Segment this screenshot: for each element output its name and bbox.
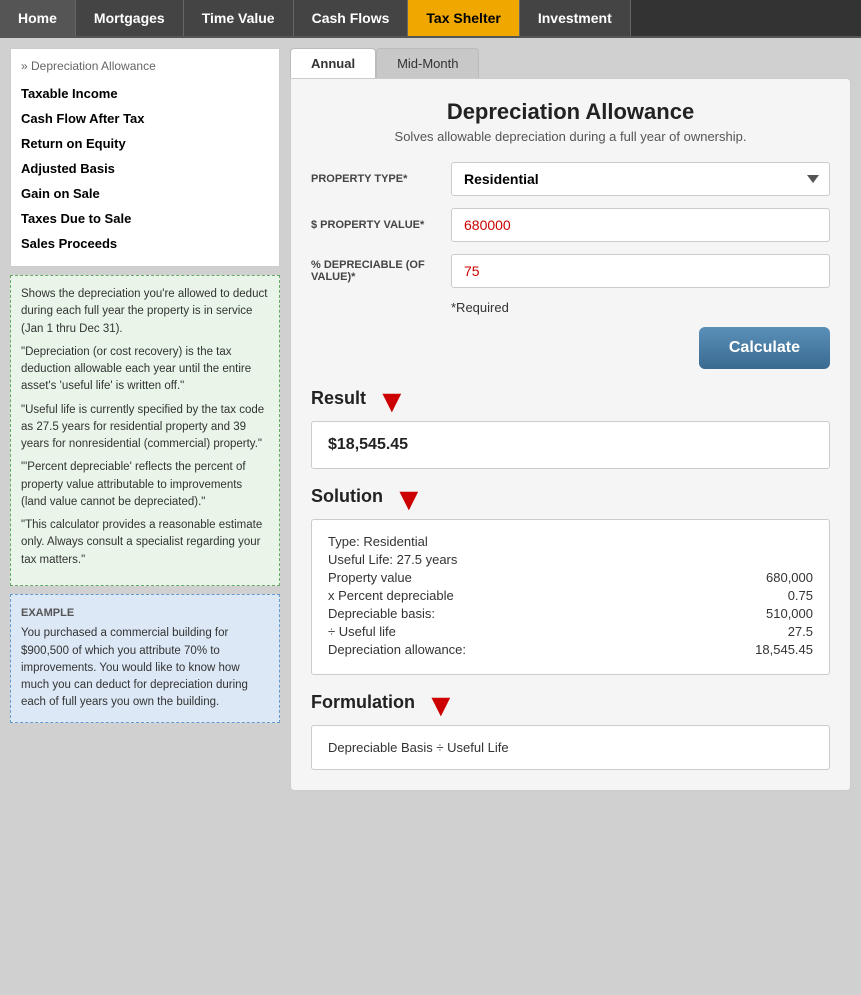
property-type-label: PROPERTY TYPE* — [311, 173, 451, 185]
calculate-btn-wrap: Calculate — [311, 327, 830, 369]
solution-useful-life-label: Useful Life: 27.5 years — [328, 552, 457, 567]
info-para-2: "Depreciation (or cost recovery) is the … — [21, 344, 269, 396]
required-note: *Required — [451, 300, 830, 315]
sidebar-item-taxes-due[interactable]: Taxes Due to Sale — [21, 206, 269, 231]
solution-depreciation-label: Depreciation allowance: — [328, 642, 466, 657]
content-area: Annual Mid-Month Depreciation Allowance … — [290, 48, 851, 791]
result-arrow: ▼ — [376, 385, 408, 417]
solution-useful-life2-row: ÷ Useful life 27.5 — [328, 624, 813, 639]
solution-property-value-row: Property value 680,000 — [328, 570, 813, 585]
nav-tab-home[interactable]: Home — [0, 0, 76, 36]
property-type-input-wrap: Residential Nonresidential — [451, 162, 830, 196]
property-type-row: PROPERTY TYPE* Residential Nonresidentia… — [311, 162, 830, 196]
sidebar-menu: » Depreciation Allowance Taxable Income … — [10, 48, 280, 267]
solution-depreciable-basis-row: Depreciable basis: 510,000 — [328, 606, 813, 621]
example-label: EXAMPLE — [21, 605, 269, 622]
tab-annual[interactable]: Annual — [290, 48, 376, 78]
solution-x-percent-row: x Percent depreciable 0.75 — [328, 588, 813, 603]
solution-useful-life-row: Useful Life: 27.5 years — [328, 552, 813, 567]
depreciable-row: % DEPRECIABLE (OF VALUE)* — [311, 254, 830, 288]
formulation-label: Formulation — [311, 692, 415, 713]
solution-type-row: Type: Residential — [328, 534, 813, 549]
sidebar: » Depreciation Allowance Taxable Income … — [10, 48, 280, 791]
tab-bar: Annual Mid-Month — [290, 48, 851, 78]
solution-arrow: ▼ — [393, 483, 425, 515]
nav-bar: Home Mortgages Time Value Cash Flows Tax… — [0, 0, 861, 38]
property-value-row: $ PROPERTY VALUE* — [311, 208, 830, 242]
nav-tab-time-value[interactable]: Time Value — [184, 0, 294, 36]
sidebar-item-taxable-income[interactable]: Taxable Income — [21, 81, 269, 106]
solution-useful-life2-label: ÷ Useful life — [328, 624, 396, 639]
calculate-button[interactable]: Calculate — [699, 327, 830, 369]
sidebar-item-return-equity[interactable]: Return on Equity — [21, 131, 269, 156]
sidebar-item-cash-flow[interactable]: Cash Flow After Tax — [21, 106, 269, 131]
solution-property-value-label: Property value — [328, 570, 412, 585]
nav-tab-mortgages[interactable]: Mortgages — [76, 0, 184, 36]
example-text: You purchased a commercial building for … — [21, 625, 269, 711]
tab-mid-month[interactable]: Mid-Month — [376, 48, 479, 78]
info-para-5: "This calculator provides a reasonable e… — [21, 517, 269, 569]
solution-x-percent-label: x Percent depreciable — [328, 588, 454, 603]
main-layout: » Depreciation Allowance Taxable Income … — [0, 38, 861, 801]
sidebar-item-sales-proceeds[interactable]: Sales Proceeds — [21, 231, 269, 256]
property-type-select[interactable]: Residential Nonresidential — [451, 162, 830, 196]
nav-tab-tax-shelter[interactable]: Tax Shelter — [408, 0, 519, 36]
solution-depreciation-value: 18,545.45 — [733, 642, 813, 657]
formula-box: Depreciable Basis ÷ Useful Life — [311, 725, 830, 770]
panel-title: Depreciation Allowance — [311, 99, 830, 125]
depreciable-label: % DEPRECIABLE (OF VALUE)* — [311, 259, 451, 283]
example-box: EXAMPLE You purchased a commercial build… — [10, 594, 280, 723]
property-value-input-wrap — [451, 208, 830, 242]
solution-x-percent-value: 0.75 — [733, 588, 813, 603]
formulation-arrow: ▼ — [425, 689, 457, 721]
result-box: $18,545.45 — [311, 421, 830, 469]
solution-depreciation-row: Depreciation allowance: 18,545.45 — [328, 642, 813, 657]
solution-box: Type: Residential Useful Life: 27.5 year… — [311, 519, 830, 675]
info-para-3: "Useful life is currently specified by t… — [21, 402, 269, 454]
main-panel: Depreciation Allowance Solves allowable … — [290, 78, 851, 791]
panel-subtitle: Solves allowable depreciation during a f… — [311, 129, 830, 144]
property-value-label: $ PROPERTY VALUE* — [311, 219, 451, 231]
nav-tab-cash-flows[interactable]: Cash Flows — [294, 0, 409, 36]
solution-depreciable-basis-value: 510,000 — [733, 606, 813, 621]
solution-useful-life2-value: 27.5 — [733, 624, 813, 639]
depreciable-input-wrap — [451, 254, 830, 288]
solution-property-value-value: 680,000 — [733, 570, 813, 585]
sidebar-item-gain-sale[interactable]: Gain on Sale — [21, 181, 269, 206]
info-para-1: Shows the depreciation you're allowed to… — [21, 286, 269, 338]
depreciable-input[interactable] — [451, 254, 830, 288]
solution-label: Solution — [311, 486, 383, 507]
info-box: Shows the depreciation you're allowed to… — [10, 275, 280, 586]
result-label: Result — [311, 388, 366, 409]
solution-depreciable-basis-label: Depreciable basis: — [328, 606, 435, 621]
solution-type-label: Type: Residential — [328, 534, 428, 549]
sidebar-item-adjusted-basis[interactable]: Adjusted Basis — [21, 156, 269, 181]
property-value-input[interactable] — [451, 208, 830, 242]
sidebar-header: » Depreciation Allowance — [21, 59, 269, 73]
nav-tab-investment[interactable]: Investment — [520, 0, 631, 36]
info-para-4: "'Percent depreciable' reflects the perc… — [21, 459, 269, 511]
